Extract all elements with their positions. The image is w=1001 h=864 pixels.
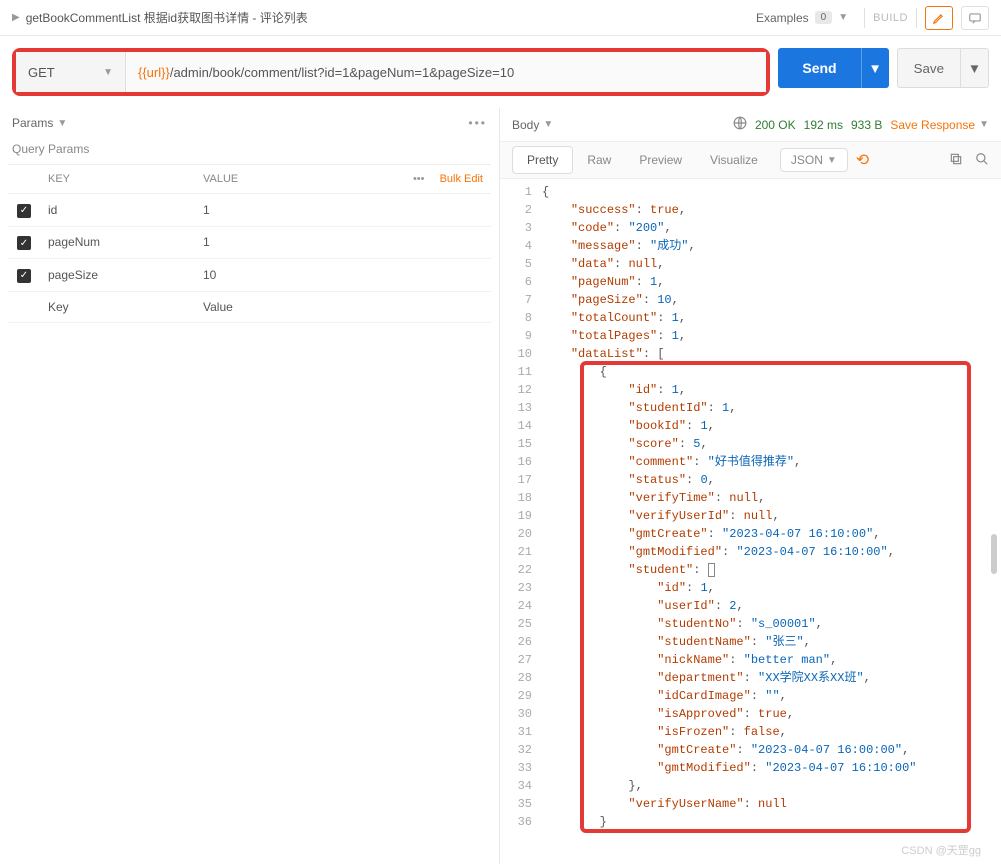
overview-marker [991, 534, 997, 574]
save-response-dropdown[interactable]: Save Response ▼ [890, 118, 989, 132]
request-title: getBookCommentList 根据id获取图书详情 - 评论列表 [26, 9, 308, 26]
chevron-down-icon: ▼ [103, 67, 113, 78]
response-time: 192 ms [804, 118, 843, 132]
edit-icon[interactable] [925, 6, 953, 30]
url-bar-highlight: GET ▼ {{url}}/admin/book/comment/list?id… [12, 48, 770, 96]
checkbox-icon[interactable]: ✓ [17, 204, 31, 218]
checkbox-icon[interactable]: ✓ [17, 236, 31, 250]
param-key[interactable]: id [40, 194, 195, 227]
format-select[interactable]: JSON ▼ [780, 148, 848, 172]
examples-count: 0 [815, 11, 833, 24]
globe-icon[interactable] [733, 116, 747, 133]
param-key[interactable]: pageNum [40, 226, 195, 259]
chevron-down-icon: ▼ [543, 119, 553, 130]
bulk-edit-link[interactable]: Bulk Edit [440, 173, 483, 185]
body-tab[interactable]: Body ▼ [512, 118, 553, 132]
chevron-down-icon: ▼ [827, 155, 837, 166]
build-label: BUILD [873, 12, 908, 24]
method-value: GET [28, 65, 55, 80]
tab-raw[interactable]: Raw [573, 147, 625, 173]
value-placeholder[interactable]: Value [195, 291, 491, 322]
url-path: /admin/book/comment/list?id=1&pageNum=1&… [170, 65, 514, 80]
key-placeholder[interactable]: Key [40, 291, 195, 322]
table-row-empty[interactable]: Key Value [8, 291, 491, 322]
more-options-icon[interactable]: ••• [468, 116, 487, 130]
param-value[interactable]: 1 [195, 226, 491, 259]
table-row[interactable]: ✓ pageSize 10 [8, 259, 491, 292]
save-button[interactable]: Save [897, 48, 961, 88]
status-code: 200 OK [755, 118, 796, 132]
param-key[interactable]: pageSize [40, 259, 195, 292]
chevron-down-icon: ▼ [57, 118, 67, 129]
copy-icon[interactable] [949, 152, 963, 169]
examples-label: Examples [756, 11, 809, 25]
tab-preview[interactable]: Preview [625, 147, 696, 173]
param-value[interactable]: 10 [195, 259, 491, 292]
save-dropdown[interactable]: ▼ [961, 48, 989, 88]
examples-dropdown[interactable]: Examples 0 ▼ [748, 7, 856, 29]
send-button[interactable]: Send [778, 48, 860, 88]
column-options-icon[interactable]: ••• [413, 173, 425, 185]
checkbox-icon[interactable]: ✓ [17, 269, 31, 283]
url-variable: {{url}} [138, 65, 170, 80]
caret-right-icon[interactable]: ▶ [12, 12, 20, 23]
comment-icon[interactable] [961, 6, 989, 30]
tab-pretty[interactable]: Pretty [512, 146, 573, 174]
url-input[interactable]: {{url}}/admin/book/comment/list?id=1&pag… [126, 52, 766, 92]
response-size: 933 B [851, 118, 882, 132]
wrap-lines-icon[interactable]: ⟲ [856, 150, 869, 170]
params-table: KEY VALUE ••• Bulk Edit ✓ id 1✓ pageNum … [8, 164, 491, 323]
table-row[interactable]: ✓ id 1 [8, 194, 491, 227]
response-body[interactable]: { "success": true, "code": "200", "messa… [542, 183, 1001, 831]
chevron-down-icon: ▼ [979, 119, 989, 130]
query-params-label: Query Params [8, 138, 491, 164]
param-value[interactable]: 1 [195, 194, 491, 227]
search-icon[interactable] [975, 152, 989, 169]
chevron-down-icon: ▼ [838, 12, 848, 23]
key-header: KEY [40, 165, 195, 194]
method-select[interactable]: GET ▼ [16, 52, 126, 92]
tab-visualize[interactable]: Visualize [696, 147, 772, 173]
send-dropdown[interactable]: ▼ [861, 48, 889, 88]
params-tab[interactable]: Params [12, 116, 53, 130]
value-header: VALUE [195, 165, 306, 194]
table-row[interactable]: ✓ pageNum 1 [8, 226, 491, 259]
